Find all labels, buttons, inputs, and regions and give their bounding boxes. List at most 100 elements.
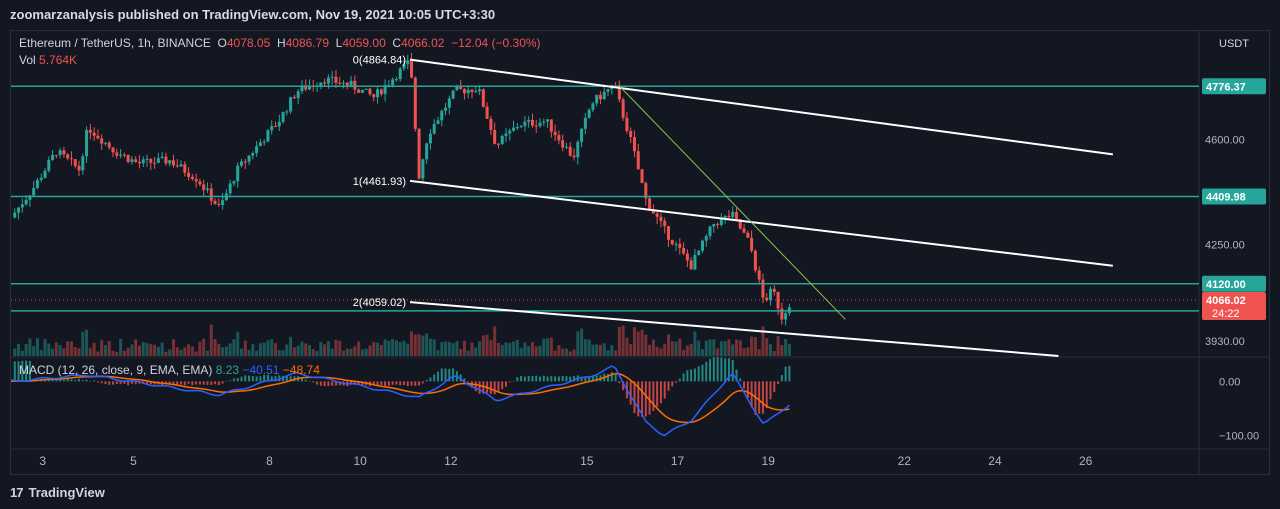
macd-histogram-bar [440, 368, 443, 382]
close-value: 4066.02 [401, 36, 445, 50]
macd-histogram-bar [765, 381, 768, 408]
volume-bar [738, 340, 742, 356]
volume-bar [410, 331, 414, 356]
price-axis-unit: USDT [1219, 38, 1249, 50]
macd-histogram-bar [452, 368, 455, 382]
macd-histogram-bar [70, 379, 73, 382]
macd-histogram-bar [130, 381, 133, 384]
candle-body [636, 151, 640, 170]
volume-label: Vol [19, 53, 36, 67]
volume-bar [338, 340, 342, 356]
bar-countdown-label: 24:22 [1212, 308, 1240, 320]
volume-bar [349, 348, 353, 356]
macd-title: MACD (12, 26, close, 9, EMA, EMA) [19, 363, 213, 377]
volume-bar [39, 349, 43, 356]
macd-histogram-bar [550, 376, 553, 382]
volume-bar [330, 348, 334, 356]
candle-body [270, 126, 274, 131]
volume-bar [583, 339, 587, 356]
volume-bar [13, 348, 17, 356]
volume-bar [213, 339, 217, 356]
volume-bar [731, 344, 735, 356]
candle-body [43, 170, 47, 178]
volume-bar [391, 339, 395, 356]
candle-body [236, 165, 240, 182]
volume-bar [413, 334, 417, 356]
price-chart[interactable]: 4776.374409.984120.004030.004066.0224:22… [11, 31, 1269, 474]
volume-bar [342, 350, 346, 356]
volume-bar [617, 326, 621, 356]
volume-bar [440, 342, 444, 356]
volume-bar [100, 340, 104, 356]
macd-histogram-bar [187, 381, 190, 384]
macd-histogram-bar [331, 381, 334, 386]
candle-body [156, 158, 160, 163]
candle-body [580, 128, 584, 142]
macd-histogram-bar [13, 361, 16, 382]
candle-body [530, 119, 534, 126]
macd-histogram-bar [716, 357, 719, 382]
macd-histogram-bar [784, 366, 787, 382]
candle-body [708, 226, 712, 237]
volume-bar [364, 348, 368, 356]
candle-body [436, 120, 440, 124]
macd-histogram-bar [667, 381, 670, 391]
macd-histogram-bar [618, 381, 621, 384]
volume-bar [538, 345, 542, 356]
candle-body [602, 91, 606, 100]
tradingview-footer[interactable]: 17 TradingView [10, 484, 105, 500]
macd-histogram-bar [62, 380, 65, 382]
candle-body [731, 211, 735, 218]
volume-bar [311, 349, 315, 356]
macd-histogram-bar [406, 381, 409, 387]
macd-histogram-bar [610, 372, 613, 382]
candle-body [716, 223, 720, 225]
volume-bar [179, 349, 183, 356]
volume-bar [666, 334, 670, 356]
candle-body [568, 146, 572, 156]
volume-bar [610, 345, 614, 356]
macd-histogram-bar [85, 379, 88, 382]
volume-bar [428, 338, 432, 356]
macd-histogram-bar [180, 381, 183, 385]
volume-bar [145, 343, 149, 356]
candle-body [576, 141, 580, 158]
volume-bar [255, 350, 259, 356]
candle-body [693, 255, 697, 270]
macd-tick-label: −100.00 [1219, 430, 1259, 442]
macd-histogram-bar [436, 371, 439, 382]
volume-bar [496, 343, 500, 356]
volume-bar [187, 344, 191, 356]
candle-body [24, 199, 28, 205]
volume-bar [96, 351, 100, 356]
macd-histogram-bar [761, 381, 764, 414]
candle-body [508, 130, 512, 134]
volume-bar [459, 349, 463, 356]
candle-body [697, 250, 701, 256]
volume-bar [572, 349, 576, 356]
volume-bar [787, 343, 791, 356]
candle-body [466, 89, 470, 94]
price-tick-label: 4600.00 [1205, 134, 1245, 146]
candle-body [209, 188, 213, 201]
macd-histogram-bar [255, 376, 258, 382]
candle-body [20, 204, 24, 208]
volume-bar [73, 346, 77, 356]
candle-body [107, 142, 111, 148]
macd-histogram-bar [520, 375, 523, 382]
candles-group [13, 52, 791, 326]
volume-bar [504, 342, 508, 356]
volume-bar [530, 342, 534, 356]
high-label: H [276, 36, 286, 50]
candle-body [648, 198, 652, 210]
volume-bar [326, 341, 330, 356]
date-tick-label: 22 [898, 454, 912, 468]
candle-body [137, 161, 141, 164]
volume-bar [651, 339, 655, 356]
candle-body [349, 80, 353, 86]
candle-body [171, 160, 175, 166]
volume-bar [784, 338, 788, 356]
chart-frame[interactable]: 4776.374409.984120.004030.004066.0224:22… [10, 30, 1270, 475]
macd-histogram-bar [614, 374, 617, 382]
candle-body [406, 60, 410, 65]
